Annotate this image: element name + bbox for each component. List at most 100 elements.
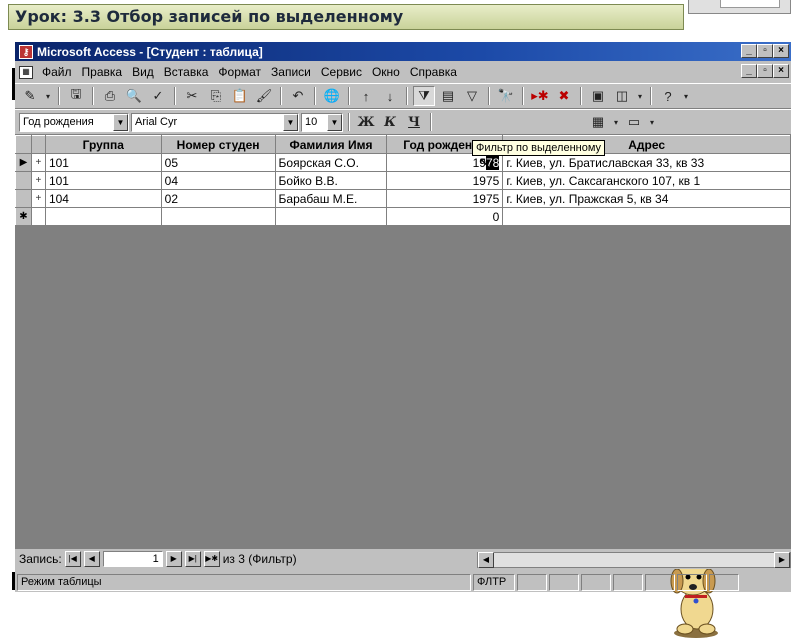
table-row[interactable]: ▶ + 101 05 Боярская С.О. 1978 г. Киев, у… [15,153,791,172]
gridlines-icon[interactable]: ▦ [587,112,609,132]
cell-group-new[interactable] [44,207,162,226]
print-preview-icon[interactable]: 🔍 [123,86,145,106]
italic-button[interactable]: К [379,112,401,132]
scroll-right-icon[interactable]: ▶ [774,552,790,568]
filter-by-selection-icon[interactable]: ⧩ [413,86,435,106]
next-record-icon[interactable]: ▶ [165,551,182,567]
expand-plus-icon[interactable]: + [30,153,46,172]
copy-icon[interactable]: ⎘ [205,86,227,106]
menu-insert[interactable]: Вставка [159,65,214,79]
cell-group[interactable]: 101 [44,153,162,172]
menu-records[interactable]: Записи [266,65,316,79]
view-design-icon[interactable]: ✎ [19,86,41,106]
toolbar-options-icon[interactable]: ▾ [681,86,691,106]
font-combo[interactable]: Arial Cyr ▼ [131,112,299,132]
cell-address[interactable]: г. Киев, ул. Пражская 5, кв 34 [502,189,791,208]
cut-icon[interactable]: ✂ [181,86,203,106]
column-header-name[interactable]: Фамилия Имя [274,135,388,154]
gridlines-dropdown-icon[interactable]: ▾ [611,112,621,132]
special-effect-icon[interactable]: ▭ [623,112,645,132]
previous-record-icon[interactable]: ◀ [83,551,100,567]
cell-address[interactable]: г. Киев, ул. Братиславская 33, кв 33 [502,153,791,172]
bold-button[interactable]: Ж [355,112,377,132]
menu-window[interactable]: Окно [367,65,405,79]
find-icon[interactable]: 🔭 [495,86,517,106]
new-record-row[interactable]: ✱ 0 [15,207,791,226]
special-effect-dropdown-icon[interactable]: ▾ [647,112,657,132]
cell-student-number[interactable]: 05 [160,153,276,172]
menu-file[interactable]: Файл [37,65,77,79]
insert-hyperlink-icon[interactable]: 🌐 [321,86,343,106]
first-record-icon[interactable]: |◀ [64,551,81,567]
column-header-group[interactable]: Группа [44,135,162,154]
last-record-icon[interactable]: ▶| [184,551,201,567]
cell-address[interactable]: г. Киев, ул. Саксаганского 107, кв 1 [502,171,791,190]
scroll-left-icon[interactable]: ◀ [478,552,494,568]
cell-name-new[interactable] [274,207,388,226]
chevron-down-icon[interactable]: ▼ [283,113,298,131]
new-record-asterisk-icon[interactable]: ✱ [15,207,32,226]
view-dropdown-icon[interactable]: ▾ [43,86,53,106]
font-size-combo[interactable]: 10 ▼ [301,112,343,132]
sort-descending-icon[interactable]: ↓ [379,86,401,106]
print-icon[interactable]: ⎙ [99,86,121,106]
cell-name[interactable]: Боярская С.О. [274,153,388,172]
filter-by-form-icon[interactable]: ▤ [437,86,459,106]
menu-help[interactable]: Справка [405,65,462,79]
new-record-nav-icon[interactable]: ▶✱ [203,551,220,567]
cell-name[interactable]: Барабаш М.Е. [274,189,388,208]
restore-button[interactable]: ▫ [757,44,773,58]
access-key-icon[interactable]: ⚷ [19,44,33,59]
new-object-dropdown-icon[interactable]: ▾ [635,86,645,106]
expand-plus-icon[interactable]: + [30,171,46,190]
properties-icon[interactable]: ▣ [587,86,609,106]
field-combo[interactable]: Год рождения ▼ [19,112,129,132]
current-record-indicator-icon[interactable]: ▶ [15,153,32,172]
horizontal-scrollbar[interactable]: ◀ ▶ [477,552,791,568]
cell-group[interactable]: 101 [44,171,162,190]
menu-format[interactable]: Формат [213,65,266,79]
cell-birth-year[interactable]: 1975 [386,189,504,208]
select-all-cell[interactable] [15,135,32,154]
menu-edit[interactable]: Правка [77,65,128,79]
cell-name[interactable]: Бойко В.В. [274,171,388,190]
table-row[interactable]: + 104 02 Барабаш М.Е. 1975 г. Киев, ул. … [15,189,791,208]
minimize-button[interactable]: _ [741,44,757,58]
document-caption-buttons: _ ▫ × [741,64,789,78]
undo-icon[interactable]: ↶ [287,86,309,106]
cell-address-new[interactable] [502,207,791,226]
cell-student-number[interactable]: 02 [160,189,276,208]
chevron-down-icon[interactable]: ▼ [327,113,342,131]
save-icon[interactable]: 🖫 [65,86,87,106]
cell-birth-year[interactable]: 1975 [386,171,504,190]
table-row[interactable]: + 101 04 Бойко В.В. 1975 г. Киев, ул. Са… [15,171,791,190]
menu-view[interactable]: Вид [127,65,159,79]
paste-icon[interactable]: 📋 [229,86,251,106]
record-selector[interactable] [15,171,32,190]
apply-filter-icon[interactable]: ▽ [461,86,483,106]
underline-button[interactable]: Ч [403,112,425,132]
database-window-icon[interactable]: ◫ [611,86,633,106]
delete-record-icon[interactable]: ✖ [553,86,575,106]
cell-student-number[interactable]: 04 [160,171,276,190]
chevron-down-icon[interactable]: ▼ [113,113,128,131]
close-button[interactable]: × [773,44,789,58]
cell-student-number-new[interactable] [160,207,276,226]
spelling-icon[interactable]: ✓ [147,86,169,106]
sort-ascending-icon[interactable]: ↑ [355,86,377,106]
cell-group[interactable]: 104 [44,189,162,208]
table-document-icon[interactable]: ▦ [19,65,33,79]
menu-tools[interactable]: Сервис [316,65,367,79]
doc-restore-button[interactable]: ▫ [757,64,773,78]
record-number-field[interactable]: 1 [102,551,163,567]
record-selector[interactable] [15,189,32,208]
column-header-student-number[interactable]: Номер студен [160,135,276,154]
new-record-icon[interactable]: ▸✱ [529,86,551,106]
expand-plus-icon[interactable]: + [30,189,46,208]
cell-birth-year-new[interactable]: 0 [386,207,504,226]
format-painter-icon[interactable]: 🖌 [253,86,275,106]
help-icon[interactable]: ? [657,86,679,106]
doc-minimize-button[interactable]: _ [741,64,757,78]
cell-empty[interactable] [30,207,46,226]
doc-close-button[interactable]: × [773,64,789,78]
